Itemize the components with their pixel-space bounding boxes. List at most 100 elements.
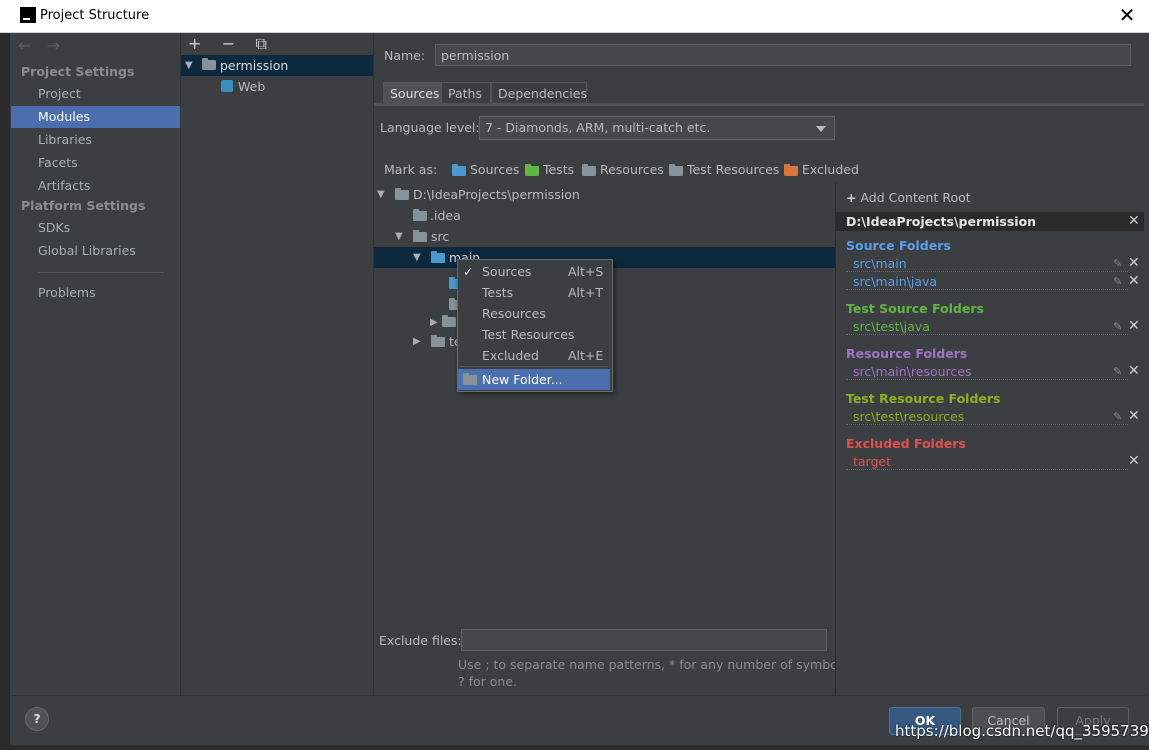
remove-folder-icon[interactable]: ✕ [1128,273,1140,289]
edit-pencil-icon[interactable]: ✎ [1113,257,1122,270]
exclude-files-label: Exclude files: [379,633,462,648]
expand-triangle-icon[interactable]: ▼ [185,55,197,76]
sidebar-item-problems[interactable]: Problems [11,282,180,304]
modules-panel [181,33,374,695]
language-level-value: 7 - Diamonds, ARM, multi-catch etc. [485,120,711,135]
module-label: Web [238,79,266,94]
exclude-files-input[interactable] [461,629,827,651]
sidebar-item-project[interactable]: Project [11,83,180,105]
menu-item-tests[interactable]: Tests Alt+T [458,282,610,303]
tab-dependencies[interactable]: Dependencies [491,82,587,104]
tree-label: src [431,229,450,244]
edit-pencil-icon[interactable]: ✎ [1113,275,1122,288]
edit-pencil-icon[interactable]: ✎ [1113,410,1122,423]
platform-settings-heading: Platform Settings [21,198,146,213]
tests-folder-icon [525,163,539,176]
help-icon[interactable]: ? [25,707,49,731]
mark-as-excluded-label: Excluded [801,162,859,177]
menu-item-label: Tests [482,285,514,300]
remove-module-icon[interactable]: − [222,34,235,53]
edit-pencil-icon[interactable]: ✎ [1113,365,1122,378]
mark-as-sources-label: Sources [469,162,520,177]
sidebar-divider [38,272,164,273]
menu-item-label: New Folder... [482,372,563,387]
resource-folders-heading: Resource Folders [846,346,968,361]
sidebar-item-sdks[interactable]: SDKs [11,217,180,239]
add-module-icon[interactable]: + [188,34,201,53]
menu-item-label: Resources [482,306,546,321]
forward-arrow-icon[interactable]: → [47,36,60,55]
expand-triangle-icon[interactable]: ▼ [377,184,389,205]
row-divider [846,334,1128,335]
excluded-folder-path: target [853,454,892,469]
mark-as-resources-button[interactable]: Resources [582,161,664,179]
folder-icon [442,314,456,327]
collapsed-triangle-icon[interactable]: ▶ [430,317,442,328]
nav-arrows: ← → [18,36,60,55]
sidebar-item-global-libraries[interactable]: Global Libraries [11,240,180,262]
mark-as-excluded-button[interactable]: Excluded [784,161,859,179]
tree-label: .idea [430,208,461,223]
menu-item-shortcut: Alt+T [568,285,604,300]
add-content-root-label: Add Content Root [860,190,971,205]
expand-triangle-icon[interactable]: ▼ [395,226,407,247]
window-title: Project Structure [40,8,150,23]
test-source-folders-heading: Test Source Folders [846,301,984,316]
module-name-input[interactable]: permission [435,44,1131,66]
expand-triangle-icon[interactable]: ▼ [413,247,425,268]
remove-folder-icon[interactable]: ✕ [1128,453,1140,469]
mark-as-sources-button[interactable]: Sources [452,161,519,179]
menu-item-resources[interactable]: Resources [458,303,610,324]
module-label: permission [220,58,289,73]
sidebar-item-libraries[interactable]: Libraries [11,129,180,151]
collapsed-triangle-icon[interactable]: ▶ [413,331,425,352]
menu-item-new-folder[interactable]: New Folder... [458,369,610,390]
web-facet-icon [221,80,233,92]
remove-folder-icon[interactable]: ✕ [1128,363,1140,379]
folder-icon [395,188,409,200]
remove-folder-icon[interactable]: ✕ [1128,408,1140,424]
tab-paths[interactable]: Paths [441,82,491,104]
menu-item-sources[interactable]: ✓ Sources Alt+S [458,261,610,282]
back-arrow-icon[interactable]: ← [18,36,31,55]
excluded-folder-icon [784,163,798,176]
mark-as-tests-button[interactable]: Tests [525,161,574,179]
edit-pencil-icon[interactable]: ✎ [1113,320,1122,333]
sidebar-item-facets[interactable]: Facets [11,152,180,174]
check-icon: ✓ [463,264,474,279]
new-folder-icon [463,373,477,385]
name-label: Name: [384,48,426,63]
close-window-button[interactable]: ✕ [1117,4,1137,26]
menu-item-label: Excluded [482,348,539,363]
language-level-label: Language level: [380,120,480,135]
remove-folder-icon[interactable]: ✕ [1128,255,1140,271]
remove-content-root-icon[interactable]: ✕ [1128,213,1140,229]
menu-item-excluded[interactable]: Excluded Alt+E [458,345,610,366]
source-folder-path: src\main [853,256,907,271]
tree-row-collapsed[interactable]: ▶ [430,313,456,328]
remove-folder-icon[interactable]: ✕ [1128,318,1140,334]
tree-row-root[interactable]: ▼ D:\IdeaProjects\permission [374,184,835,205]
mark-as-test-resources-button[interactable]: Test Resources [669,161,779,179]
background-strip [0,33,10,750]
language-level-select[interactable]: 7 - Diamonds, ARM, multi-catch etc. [479,116,835,140]
module-row-web[interactable]: Web [181,76,373,97]
mark-as-tests-label: Tests [542,162,575,177]
tab-sources[interactable]: Sources [383,82,441,104]
tree-row-src[interactable]: ▼ src [374,226,835,247]
content-root-header: D:\IdeaProjects\permission [836,212,1144,231]
sidebar-item-modules[interactable]: Modules [11,106,180,128]
sidebar-item-artifacts[interactable]: Artifacts [11,175,180,197]
project-settings-heading: Project Settings [21,64,135,79]
add-content-root-button[interactable]: + Add Content Root [846,190,971,205]
copy-module-icon[interactable]: ⧉ [256,34,267,53]
row-divider [846,271,1128,272]
menu-item-test-resources[interactable]: Test Resources [458,324,610,345]
tree-row-idea[interactable]: .idea [374,205,835,226]
sources-folder-icon [452,163,466,176]
module-row-permission[interactable]: ▼ permission [181,55,373,76]
exclude-hint-line-1: Use ; to separate name patterns, * for a… [458,657,852,672]
source-folders-heading: Source Folders [846,238,951,253]
menu-item-label: Sources [482,264,532,279]
row-divider [846,379,1128,380]
